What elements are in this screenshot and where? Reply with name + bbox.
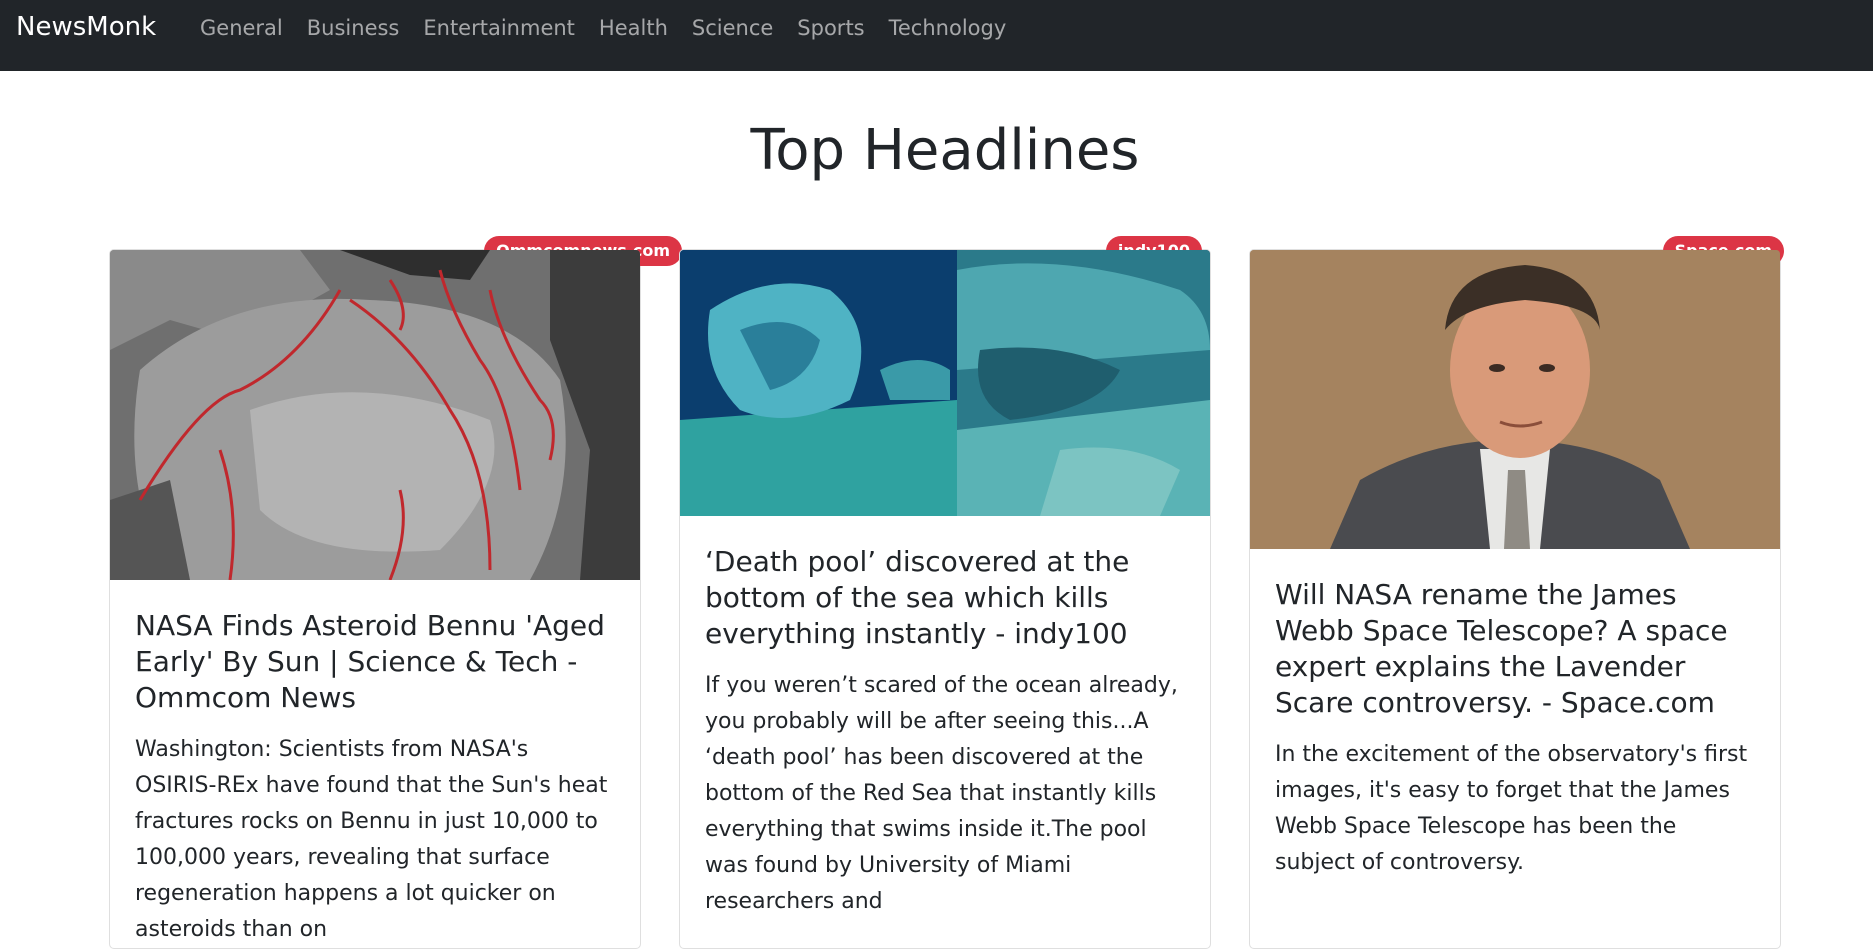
article-image[interactable]	[110, 250, 640, 580]
article-title: ‘Death pool’ discovered at the bottom of…	[705, 545, 1130, 650]
news-card: Space.com Will NASA rename the James Web…	[1249, 236, 1784, 949]
article-description: Washington: Scientists from NASA's OSIRI…	[135, 737, 608, 942]
nav-link-general[interactable]: General	[200, 16, 283, 40]
brand-logo[interactable]: NewsMonk	[16, 12, 156, 42]
nav-links: General Business Entertainment Health Sc…	[200, 16, 1030, 40]
nav-link-science[interactable]: Science	[692, 16, 773, 40]
article-image[interactable]	[680, 250, 1210, 516]
nav-link-entertainment[interactable]: Entertainment	[423, 16, 575, 40]
nav-link-technology[interactable]: Technology	[889, 16, 1007, 40]
nav-link-sports[interactable]: Sports	[797, 16, 864, 40]
nav-link-business[interactable]: Business	[307, 16, 400, 40]
article-title: NASA Finds Asteroid Bennu 'Aged Early' B…	[135, 609, 605, 714]
navbar: NewsMonk General Business Entertainment …	[0, 0, 1873, 71]
news-card: Ommcomnews.com NASA Finds Asteroid Bennu…	[109, 236, 682, 949]
news-card: indy100 ‘Death pool’ discovered at the b…	[679, 236, 1211, 949]
page-title: Top Headlines	[750, 118, 1140, 183]
article-description: If you weren’t scared of the ocean alrea…	[705, 673, 1178, 914]
nav-link-health[interactable]: Health	[599, 16, 668, 40]
article-image[interactable]	[1250, 250, 1780, 549]
article-title: Will NASA rename the James Webb Space Te…	[1275, 578, 1728, 719]
article-description: In the excitement of the observatory's f…	[1275, 742, 1748, 875]
